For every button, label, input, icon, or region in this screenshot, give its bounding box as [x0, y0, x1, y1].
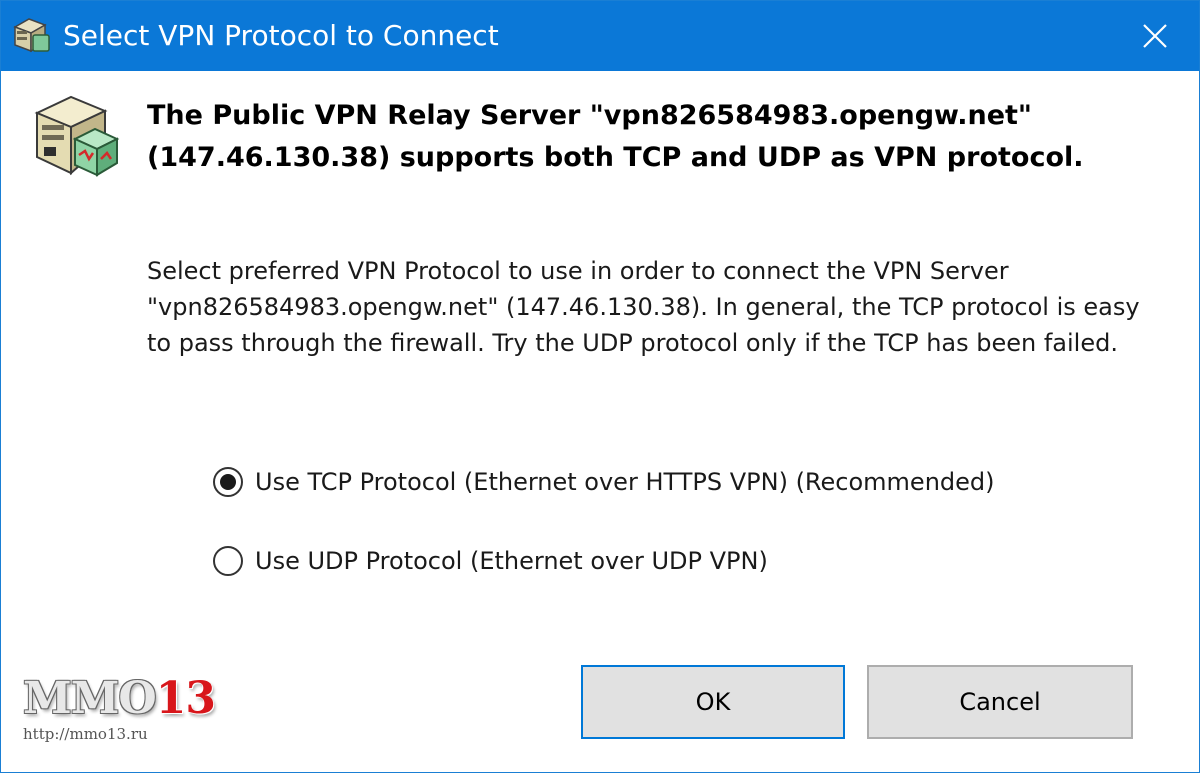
- tcp-option-label[interactable]: Use TCP Protocol (Ethernet over HTTPS VP…: [255, 468, 995, 496]
- tcp-protocol-option[interactable]: Use TCP Protocol (Ethernet over HTTPS VP…: [213, 462, 995, 502]
- udp-option-label[interactable]: Use UDP Protocol (Ethernet over UDP VPN): [255, 547, 768, 575]
- watermark-number: 13: [155, 673, 216, 724]
- window-title: Select VPN Protocol to Connect: [63, 19, 499, 52]
- vpn-server-icon: [13, 18, 50, 53]
- close-button[interactable]: [1109, 1, 1199, 71]
- dialog-description: Select preferred VPN Protocol to use in …: [147, 253, 1167, 361]
- headline-line-2: (147.46.130.38) supports both TCP and UD…: [147, 142, 1084, 173]
- watermark-logo: MMO13: [23, 673, 216, 725]
- vpn-relay-server-icon: [34, 95, 120, 177]
- ok-button[interactable]: OK: [581, 665, 845, 739]
- udp-protocol-option[interactable]: Use UDP Protocol (Ethernet over UDP VPN): [213, 541, 768, 581]
- dialog-headline: The Public VPN Relay Server "vpn82658498…: [147, 95, 1147, 179]
- description-line-1: Select preferred VPN Protocol to use in …: [147, 257, 1009, 285]
- mmo13-watermark: MMO13 http://mmo13.ru: [23, 673, 216, 749]
- watermark-brand: MMO: [23, 673, 157, 724]
- description-line-3: to pass through the firewall. Try the UD…: [147, 329, 1118, 357]
- cancel-button[interactable]: Cancel: [867, 665, 1133, 739]
- headline-line-1: The Public VPN Relay Server "vpn82658498…: [147, 100, 1033, 131]
- udp-radio-button[interactable]: [213, 546, 243, 576]
- tcp-radio-button[interactable]: [213, 467, 243, 497]
- title-bar[interactable]: Select VPN Protocol to Connect: [1, 1, 1199, 71]
- description-line-2: "vpn826584983.opengw.net" (147.46.130.38…: [147, 293, 1140, 321]
- watermark-url: http://mmo13.ru: [23, 725, 148, 743]
- close-icon: [1143, 24, 1167, 48]
- vpn-protocol-dialog: Select VPN Protocol to Connect The Publi…: [0, 0, 1200, 773]
